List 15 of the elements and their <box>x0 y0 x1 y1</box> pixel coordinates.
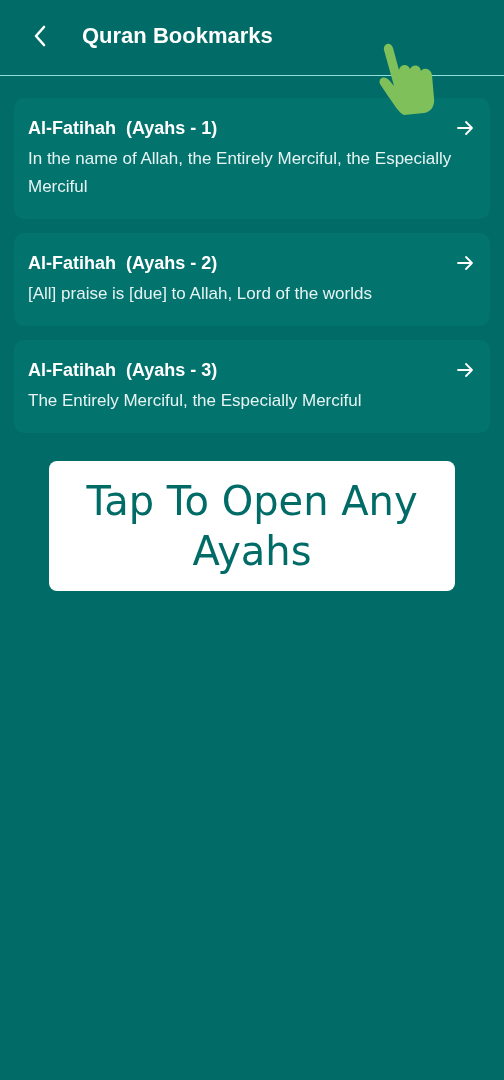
bookmark-card[interactable]: Al-Fatihah (Ayahs - 1) In the name of Allah, the Entirely Merciful, the Especially Merciful <box>14 98 490 219</box>
screen-title: Quran Bookmarks <box>82 22 273 49</box>
ayah-translation: [All] praise is [due] to Allah, Lord of the worlds <box>28 283 373 305</box>
bookmark-title: Al-Fatihah (Ayahs - 1) <box>28 118 219 139</box>
ayah-translation: The Entirely Merciful, the Especially Merciful <box>28 390 363 412</box>
bookmark-card[interactable]: Al-Fatihah (Ayahs - 3) The Entirely Merciful, the Especially Merciful <box>14 340 490 433</box>
ayah-translation: In the name of Allah, the Entirely Merciful, the Especially Merciful <box>28 148 453 198</box>
bookmark-title: Al-Fatihah (Ayahs - 3) <box>28 360 219 381</box>
back-button[interactable] <box>32 23 48 48</box>
hint-callout: Tap To Open Any Ayahs <box>49 461 455 591</box>
arrow-right-icon[interactable] <box>456 362 474 378</box>
arrow-right-icon[interactable] <box>456 255 474 271</box>
bookmark-title: Al-Fatihah (Ayahs - 2) <box>28 253 219 274</box>
arrow-right-icon[interactable] <box>456 120 474 136</box>
bookmark-card[interactable]: Al-Fatihah (Ayahs - 2) [All] praise is [due] to Allah, Lord of the worlds <box>14 233 490 326</box>
